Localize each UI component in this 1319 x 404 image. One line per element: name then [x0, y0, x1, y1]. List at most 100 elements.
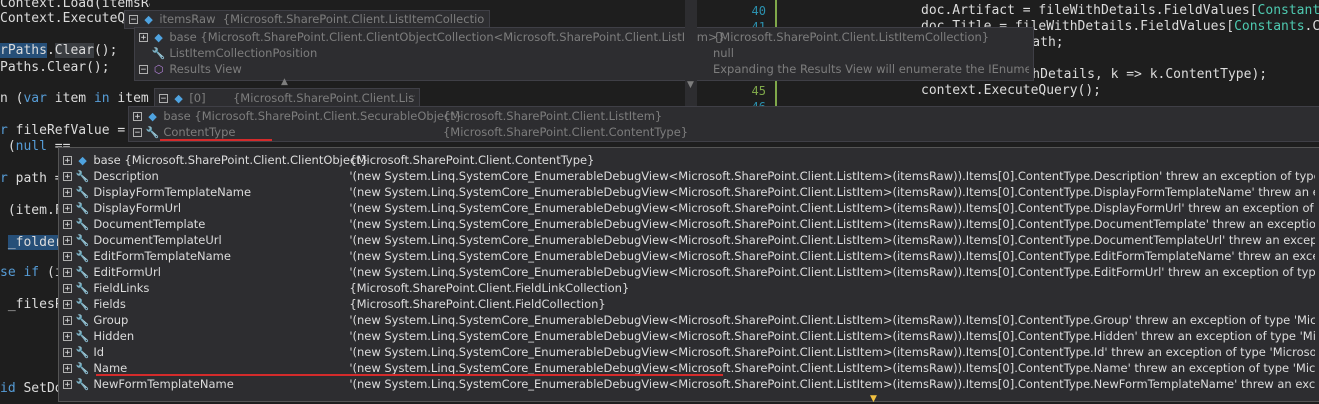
datatip-value: {Microsoft.SharePoint.Client.ListItemCol… [222, 12, 485, 26]
expand-toggle[interactable]: + [63, 316, 72, 326]
code-line: Context.ExecuteQu [0, 11, 134, 26]
datatip-name: Group [93, 313, 129, 327]
expand-toggle[interactable]: + [63, 380, 72, 390]
expand-toggle[interactable]: + [63, 220, 72, 230]
annotation-underline [96, 374, 723, 376]
datatip-row[interactable]: + ◆ base {Microsoft.SharePoint.Client.Cl… [139, 29, 1029, 45]
expand-toggle[interactable]: + [63, 172, 72, 182]
datatip-value: {Microsoft.SharePoint.Client.ContentType… [442, 125, 689, 139]
datatip-value: '(new System.Linq.SystemCore_EnumerableD… [349, 169, 1315, 183]
line-number: 40 [751, 4, 766, 18]
datatip-value: Expanding the Results View will enumerat… [712, 62, 1029, 76]
scroll-down-icon[interactable]: ▼ [687, 80, 694, 90]
wrench-icon: 🔧 [145, 125, 160, 139]
datatip-row[interactable]: + 🔧 EditFormTemplateName '(new System.Lin… [63, 248, 1315, 264]
collapse-toggle[interactable]: − [129, 15, 138, 25]
datatip-row[interactable]: + 🔧 DocumentTemplateUrl '(new System.Linq… [63, 232, 1315, 248]
expand-toggle[interactable]: + [133, 112, 142, 122]
expand-toggle[interactable]: + [139, 33, 148, 43]
datatip-row[interactable]: + 🔧 NewFormTemplateName '(new System.Linq… [63, 376, 1315, 392]
datatip-row[interactable]: + 🔧 Id '(new System.Linq.SystemCore_Enume… [63, 344, 1315, 360]
expand-toggle [139, 49, 148, 58]
code-line: r path = [0, 171, 63, 186]
datatip-row[interactable]: + 🔧 Hidden '(new System.Linq.SystemCore_E… [63, 328, 1315, 344]
collapse-toggle[interactable]: − [139, 65, 148, 75]
scroll-down-icon[interactable]: ▼ [870, 394, 877, 404]
collapse-toggle[interactable]: − [159, 94, 168, 104]
datatip-name: [0] [189, 91, 206, 105]
expand-toggle[interactable]: + [63, 364, 72, 374]
datatip-name: DocumentTemplate [93, 217, 206, 231]
datatip-row[interactable]: + 🔧 EditFormUrl '(new System.Linq.SystemC… [63, 264, 1315, 280]
field-icon: ◆ [144, 12, 153, 26]
datatip-row[interactable]: + ◆ base {Microsoft.SharePoint.Client.Se… [133, 108, 1313, 124]
collapse-toggle[interactable]: − [133, 128, 142, 138]
code-line: _filesP [0, 297, 63, 312]
datatip-name: Results View [169, 62, 242, 76]
datatip-row[interactable]: + 🔧 Fields {Microsoft.SharePoint.Client.F… [63, 296, 1315, 312]
wrench-icon: 🔧 [75, 281, 90, 295]
expand-toggle[interactable]: + [63, 268, 72, 278]
field-icon: ◆ [154, 30, 163, 44]
datatip-value: '(new System.Linq.SystemCore_EnumerableD… [349, 313, 1315, 327]
scrollbar[interactable] [685, 0, 697, 106]
datatip-level4: + ◆ base {Microsoft.SharePoint.Client.Cl… [58, 147, 1319, 402]
expand-toggle[interactable]: + [63, 300, 72, 310]
datatip-level2: − ◆ [0] {Microsoft.SharePoint.Client.Lis… [154, 88, 420, 108]
code-line: _folder [7, 235, 63, 250]
datatip-row[interactable]: + 🔧 Description '(new System.Linq.SystemC… [63, 168, 1315, 184]
datatip-row[interactable]: + 🔧 DisplayFormUrl '(new System.Linq.Syst… [63, 200, 1315, 216]
datatip-name: base {Microsoft.SharePoint.Client.Client… [93, 153, 369, 167]
wrench-icon: 🔧 [75, 201, 90, 215]
expand-toggle[interactable]: + [63, 252, 72, 262]
datatip-value: {Microsoft.SharePoint.Client.FieldCollec… [349, 297, 606, 311]
datatip-name: Fields [93, 297, 126, 311]
wrench-icon: 🔧 [75, 185, 90, 199]
code-line: r fileRefValue = it [0, 123, 149, 138]
field-icon: ◆ [78, 153, 87, 167]
datatip-row[interactable]: + 🔧 Group '(new System.Linq.SystemCore_En… [63, 312, 1315, 328]
datatip-value: '(new System.Linq.SystemCore_EnumerableD… [349, 361, 1315, 375]
datatip-name: Hidden [93, 329, 135, 343]
datatip-name: ListItemCollectionPosition [169, 46, 318, 60]
datatip-name: DocumentTemplateUrl [93, 233, 222, 247]
datatip-value: '(new System.Linq.SystemCore_EnumerableD… [349, 329, 1315, 343]
expand-toggle[interactable]: + [63, 236, 72, 246]
datatip-row[interactable]: − 🔧 ContentType {Microsoft.SharePoint.Cl… [133, 124, 1313, 140]
datatip-row[interactable]: + 🔧 DocumentTemplate '(new System.Linq.Sy… [63, 216, 1315, 232]
datatip-value: '(new System.Linq.SystemCore_EnumerableD… [349, 217, 1315, 231]
datatip-row[interactable]: + 🔧 FieldLinks {Microsoft.SharePoint.Clie… [63, 280, 1315, 296]
datatip-name: itemsRaw [159, 12, 216, 26]
datatip-row[interactable]: 🔧 ListItemCollectionPosition null [139, 45, 1029, 61]
wrench-icon: 🔧 [75, 233, 90, 247]
datatip-value: '(new System.Linq.SystemCore_EnumerableD… [349, 185, 1315, 199]
expand-toggle[interactable]: + [63, 284, 72, 294]
code-line: eWithDetails, k => k.ContentType); [1001, 67, 1268, 82]
datatip-value: '(new System.Linq.SystemCore_EnumerableD… [349, 233, 1315, 247]
expand-toggle[interactable]: + [63, 156, 72, 166]
wrench-icon: 🔧 [75, 313, 90, 327]
datatip-value: '(new System.Linq.SystemCore_EnumerableD… [349, 377, 1315, 391]
datatip-value: '(new System.Linq.SystemCore_EnumerableD… [349, 265, 1315, 279]
datatip-value: {Microsoft.SharePoint.Client.ListItem} [232, 91, 415, 105]
expand-toggle[interactable]: + [63, 204, 72, 214]
datatip-value: {Microsoft.SharePoint.Client.ContentType… [349, 153, 595, 167]
datatip-row[interactable]: − ◆ [0] {Microsoft.SharePoint.Client.Lis… [159, 90, 415, 106]
code-line: rPaths.Clear(); [0, 43, 118, 58]
datatip-level3: + ◆ base {Microsoft.SharePoint.Client.Se… [128, 106, 1319, 142]
results-view-icon: ⬡ [153, 62, 164, 76]
datatip-row[interactable]: + ◆ base {Microsoft.SharePoint.Client.Cl… [63, 152, 1315, 168]
expand-toggle[interactable]: + [63, 348, 72, 358]
datatip-value: {Microsoft.SharePoint.Client.ListItem} [442, 109, 663, 123]
datatip-row[interactable]: − ⬡ Results View Expanding the Results V… [139, 61, 1029, 77]
wrench-icon: 🔧 [75, 217, 90, 231]
datatip-value: '(new System.Linq.SystemCore_EnumerableD… [349, 201, 1315, 215]
datatip-name: Id [93, 345, 105, 359]
datatip-row[interactable]: + 🔧 DisplayFormTemplateName '(new System.… [63, 184, 1315, 200]
field-icon: ◆ [148, 109, 157, 123]
wrench-icon: 🔧 [75, 297, 90, 311]
expand-toggle[interactable]: + [63, 188, 72, 198]
expand-toggle[interactable]: + [63, 332, 72, 342]
code-line: n (var item in itemsRa [0, 91, 150, 106]
scroll-up-icon[interactable]: ▲ [281, 77, 288, 87]
